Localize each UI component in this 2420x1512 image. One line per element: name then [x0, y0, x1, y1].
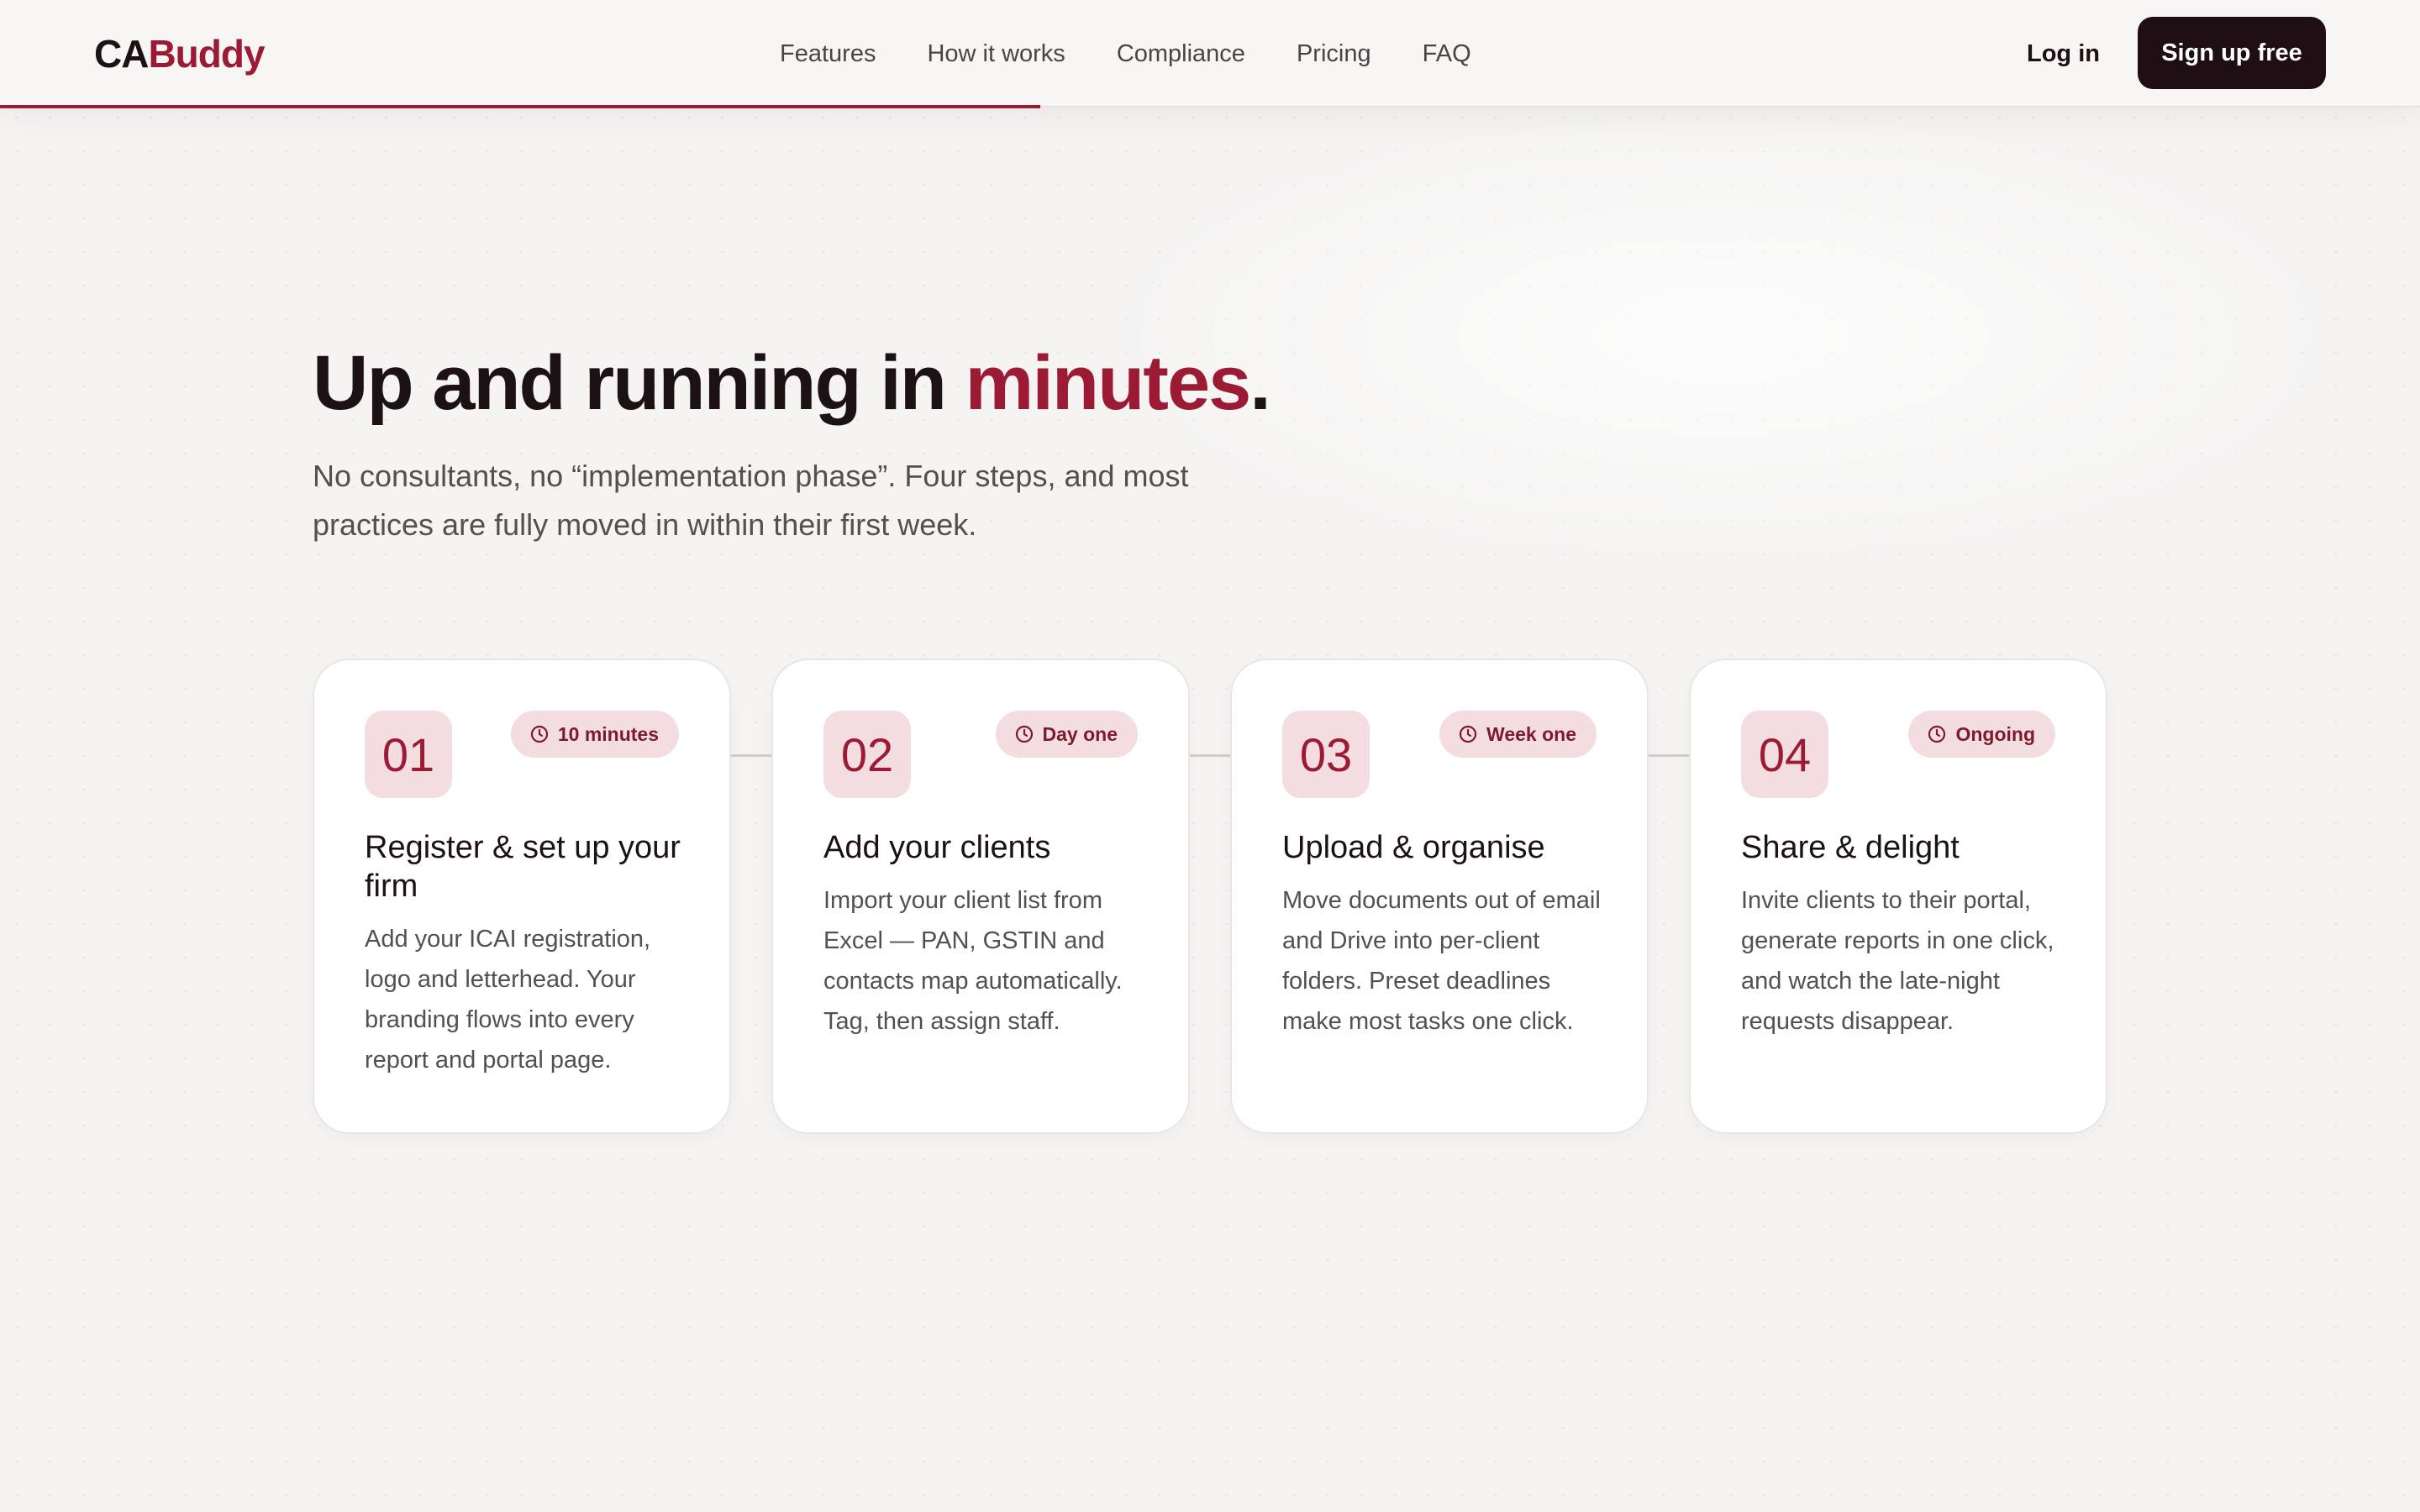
step-card-3: 03 Week one Upload & organise Move docum… — [1230, 659, 1649, 1134]
step-title: Add your clients — [823, 830, 1051, 865]
step-card-2: 02 Day one Add your clients Import your … — [771, 659, 1190, 1134]
step-connector — [1649, 754, 1692, 757]
step-number: 03 — [1282, 711, 1370, 798]
step-number: 01 — [365, 711, 452, 798]
step-description: Add your ICAI registration, logo and let… — [365, 926, 651, 1074]
badge-label: Week one — [1486, 722, 1576, 745]
step-description: Invite clients to their portal, generate… — [1741, 887, 2054, 1035]
step-duration-badge: Week one — [1439, 711, 1597, 758]
step-title: Share & delight — [1741, 830, 1960, 865]
clock-icon — [1928, 725, 1946, 743]
page-subtitle: No consultants, no “implementation phase… — [313, 459, 1189, 542]
step-title: Register & set up your firm — [365, 830, 681, 904]
step-number: 04 — [1741, 711, 1828, 798]
step-description: Move documents out of email and Drive in… — [1282, 887, 1601, 1035]
nav-link-faq[interactable]: FAQ — [1423, 37, 1471, 71]
background-glow — [1092, 101, 2353, 571]
step-card-4: 04 Ongoing Share & delight Invite client… — [1689, 659, 2107, 1134]
step-description: Import your client list from Excel — PAN… — [823, 887, 1123, 1035]
badge-label: 10 minutes — [557, 722, 659, 745]
step-duration-badge: Day one — [995, 711, 1138, 758]
clock-icon — [1015, 725, 1033, 743]
nav-link-features[interactable]: Features — [780, 37, 876, 71]
step-card-1: 01 10 minutes Register & set up your fir… — [313, 659, 731, 1134]
logo-text-buddy: Buddy — [148, 32, 265, 76]
scroll-progress-bar — [0, 105, 1041, 108]
step-connector — [731, 754, 775, 757]
site-header: CABuddy Features How it works Compliance… — [0, 0, 2420, 108]
clock-icon — [530, 725, 548, 743]
page-title: Up and running in minutes. — [313, 333, 1271, 433]
nav-link-compliance[interactable]: Compliance — [1117, 37, 1245, 71]
title-accent: minutes — [965, 340, 1252, 426]
badge-label: Ongoing — [1955, 722, 2035, 745]
step-number: 02 — [823, 711, 911, 798]
title-main: Up and running in — [313, 340, 965, 426]
clock-icon — [1459, 725, 1477, 743]
step-title: Upload & organise — [1282, 830, 1545, 865]
step-connector — [1190, 754, 1234, 757]
badge-label: Day one — [1042, 722, 1118, 745]
signup-button[interactable]: Sign up free — [2138, 17, 2326, 89]
login-link[interactable]: Log in — [2027, 37, 2100, 71]
step-duration-badge: Ongoing — [1908, 711, 2055, 758]
step-duration-badge: 10 minutes — [510, 711, 679, 758]
logo[interactable]: CABuddy — [94, 30, 266, 77]
main-nav: Features How it works Compliance Pricing… — [780, 37, 1523, 71]
title-end: . — [1249, 340, 1271, 426]
nav-link-how-it-works[interactable]: How it works — [927, 37, 1065, 71]
logo-text-ca: CA — [94, 32, 149, 76]
nav-link-pricing[interactable]: Pricing — [1297, 37, 1371, 71]
